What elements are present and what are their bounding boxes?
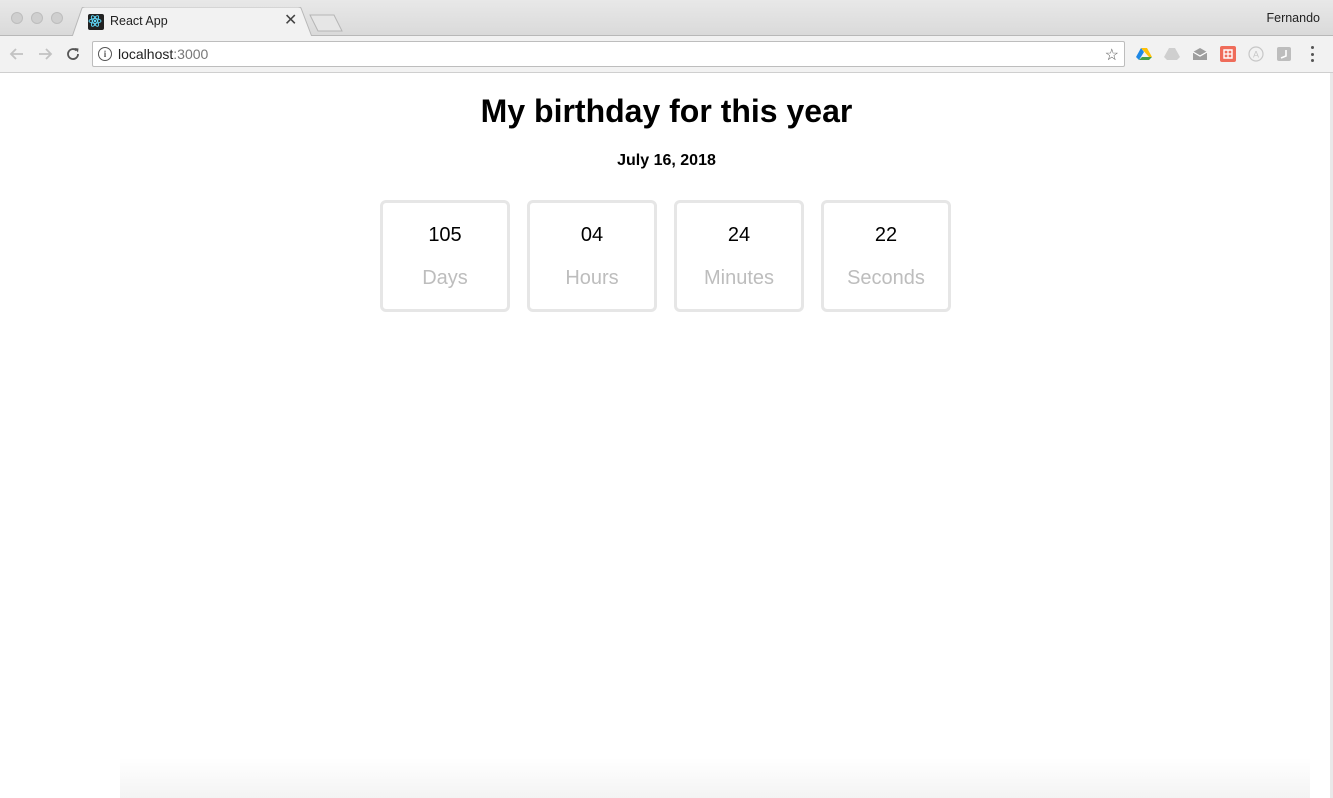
red-extension-icon[interactable] xyxy=(1219,45,1237,63)
info-icon[interactable]: i xyxy=(98,47,112,61)
square-extension-icon[interactable] xyxy=(1275,45,1293,63)
tab-strip: React App ✕ Fernando xyxy=(0,0,1333,37)
countdown-timer: 105 Days 04 Hours 24 Minutes 22 Seconds xyxy=(380,200,951,312)
countdown-seconds: 22 Seconds xyxy=(821,200,951,312)
zoom-window-icon[interactable] xyxy=(51,12,63,24)
countdown-days: 105 Days xyxy=(380,200,510,312)
countdown-label: Hours xyxy=(565,267,619,289)
countdown-label: Seconds xyxy=(847,267,925,289)
bottom-shadow xyxy=(120,758,1310,798)
reload-icon[interactable] xyxy=(63,44,83,64)
countdown-value: 04 xyxy=(580,224,604,246)
countdown-value: 105 xyxy=(428,224,462,246)
bookmark-star-icon[interactable]: ☆ xyxy=(1105,45,1119,65)
browser-window: React App ✕ Fernando i localhost:3000 ☆ xyxy=(0,0,1333,798)
back-arrow-icon[interactable] xyxy=(7,44,27,64)
circle-a-icon[interactable]: A xyxy=(1247,45,1265,63)
browser-toolbar: i localhost:3000 ☆ A xyxy=(0,36,1333,73)
countdown-label: Minutes xyxy=(703,267,775,289)
close-window-icon[interactable] xyxy=(11,12,23,24)
new-tab-button[interactable] xyxy=(309,14,343,37)
tab-react-app[interactable]: React App ✕ xyxy=(72,7,312,37)
minimize-window-icon[interactable] xyxy=(31,12,43,24)
mail-icon[interactable] xyxy=(1191,45,1209,63)
tab-title: React App xyxy=(110,14,168,28)
forward-arrow-icon[interactable] xyxy=(35,44,55,64)
react-logo-icon xyxy=(88,14,104,30)
browser-menu-icon[interactable] xyxy=(1308,46,1316,62)
cloud-icon[interactable] xyxy=(1163,45,1181,63)
birthday-date: July 16, 2018 xyxy=(617,152,716,169)
profile-name[interactable]: Fernando xyxy=(1266,11,1320,25)
countdown-minutes: 24 Minutes xyxy=(674,200,804,312)
countdown-label: Days xyxy=(422,267,468,289)
close-tab-icon[interactable]: ✕ xyxy=(284,12,297,30)
page-title: My birthday for this year xyxy=(480,93,853,129)
url-text[interactable]: localhost:3000 xyxy=(118,46,208,62)
countdown-value: 22 xyxy=(874,224,898,246)
svg-text:A: A xyxy=(1253,50,1259,60)
address-bar[interactable]: i localhost:3000 ☆ xyxy=(92,41,1125,67)
google-drive-icon[interactable] xyxy=(1135,45,1153,63)
countdown-value: 24 xyxy=(727,224,751,246)
countdown-hours: 04 Hours xyxy=(527,200,657,312)
page-viewport: My birthday for this year July 16, 2018 … xyxy=(0,73,1333,798)
window-controls xyxy=(11,12,63,24)
